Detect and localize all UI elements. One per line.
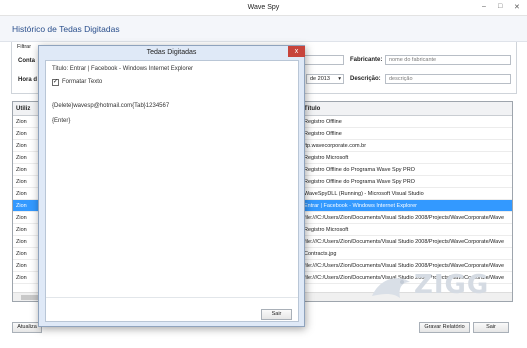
descricao-label: Descrição: [350, 76, 381, 82]
close-icon[interactable]: ✕ [514, 3, 520, 11]
date-select[interactable]: de 2013 ▾ [306, 74, 344, 84]
bird-logo-icon [372, 278, 410, 298]
cell-title: Entrar | Facebook - Windows Internet Exp… [304, 203, 418, 209]
cell-user: Zion [16, 239, 27, 245]
cell-user: Zion [16, 203, 27, 209]
watermark-text: ZIGG [414, 270, 490, 300]
cell-title: file:///C:/Users/Zion/Documents/Visual S… [304, 215, 505, 221]
checkmark-icon: ✓ [53, 79, 59, 85]
cell-user: Zion [16, 131, 27, 137]
page-header: Histórico de Tedas Digitadas [0, 16, 527, 42]
cell-user: Zion [16, 251, 27, 257]
dialog-exit-button[interactable]: Sair [261, 309, 292, 320]
exit-button[interactable]: Sair [473, 322, 509, 333]
cell-title: ftp.wavecorporate.com.br [304, 143, 367, 149]
conta-label: Conta [18, 58, 35, 64]
cell-user: Zion [16, 191, 27, 197]
format-text-checkbox[interactable]: ✓ [52, 79, 59, 86]
cell-user: Zion [16, 227, 27, 233]
cell-user: Zion [16, 179, 27, 185]
typed-text-line: {Enter} [52, 118, 71, 124]
column-header-title[interactable]: Título [304, 106, 320, 112]
minimize-icon[interactable]: – [482, 3, 486, 10]
cell-user: Zion [16, 119, 27, 125]
fabricante-label: Fabricante: [350, 57, 383, 63]
cell-user: Zion [16, 155, 27, 161]
dialog-close-button[interactable]: x [288, 46, 305, 57]
window-title-line: Titulo: Entrar | Facebook - Windows Inte… [52, 66, 194, 72]
cell-title: Registro Offline [304, 131, 342, 137]
dialog-title: Tedas Digitadas [146, 49, 197, 56]
chevron-down-icon: ▾ [338, 76, 341, 82]
cell-user: Zion [16, 263, 27, 269]
cell-user: Zion [16, 143, 27, 149]
window-titlebar: Wave Spy – □ ✕ [0, 0, 527, 16]
cell-user: Zion [16, 215, 27, 221]
cell-user: Zion [16, 275, 27, 281]
divider [46, 297, 298, 298]
cell-title: Registro Microsoft [304, 155, 349, 161]
descricao-input[interactable]: descrição [385, 74, 511, 84]
column-header-user[interactable]: Utiliz [16, 106, 30, 112]
date-value: de 2013 [310, 76, 330, 82]
cell-title: Registro Microsoft [304, 227, 349, 233]
filter-group-label: Filtrar [17, 44, 32, 50]
dialog-body: Titulo: Entrar | Facebook - Windows Inte… [45, 60, 299, 322]
cell-title: Contracts.jpg [304, 251, 337, 257]
fabricante-input[interactable]: nome do fabricante [385, 55, 511, 65]
format-text-label: Formatar Texto [62, 79, 103, 85]
cell-title: Registro Offline do Programa Wave Spy PR… [304, 167, 415, 173]
hora-label: Hora d [18, 77, 38, 83]
cell-user: Zion [16, 167, 27, 173]
cell-title: WaveSpyDLL (Running) - Microsoft Visual … [304, 191, 424, 197]
cell-title: Registro Offline do Programa Wave Spy PR… [304, 179, 415, 185]
save-report-button[interactable]: Gravar Relatório [419, 322, 470, 333]
maximize-icon[interactable]: □ [498, 3, 502, 10]
window-title: Wave Spy [247, 4, 280, 11]
cell-title: Registro Offline [304, 119, 342, 125]
zigg-watermark: ZIGG [368, 268, 488, 310]
cell-title: file:///C:/Users/Zion/Documents/Visual S… [304, 239, 505, 245]
typed-text-line: {Delete}wavesp@hotmail.com{Tab}1234567 [52, 103, 170, 109]
page-title: Histórico de Tedas Digitadas [12, 24, 120, 34]
typed-keys-dialog: Tedas Digitadas x Titulo: Entrar | Faceb… [38, 45, 305, 327]
